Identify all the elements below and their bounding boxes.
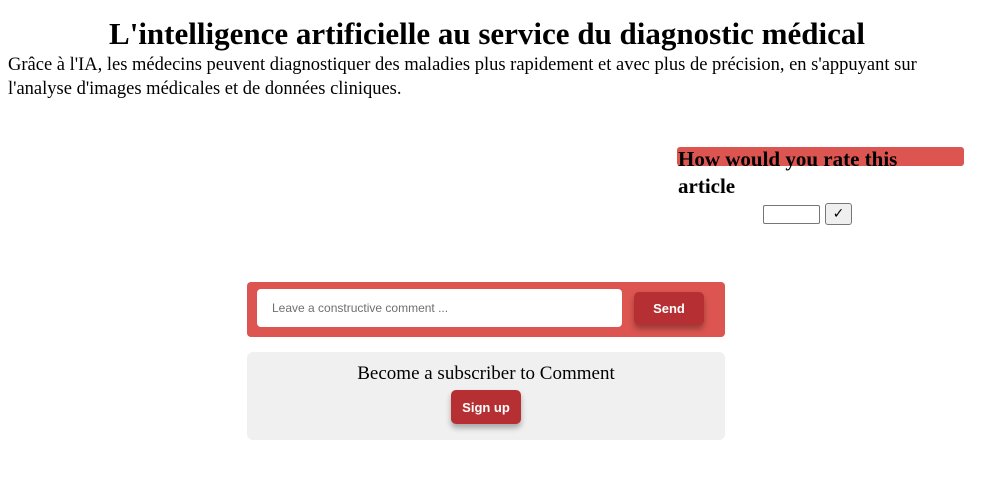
rating-input[interactable]	[763, 205, 820, 224]
comment-bar: Send	[247, 282, 725, 337]
article-title: L'intelligence artificielle au service d…	[109, 16, 865, 51]
article-intro: Grâce à l'IA, les médecins peuvent diagn…	[8, 55, 917, 99]
send-button[interactable]: Send	[634, 292, 704, 325]
signup-button[interactable]: Sign up	[451, 390, 521, 424]
comment-input[interactable]	[257, 289, 622, 327]
subscribe-panel: Become a subscriber to Comment Sign up	[247, 352, 725, 440]
subscribe-text: Become a subscriber to Comment	[357, 363, 615, 384]
rating-title: How would you rate this article	[678, 147, 898, 198]
rating-submit-button[interactable]: ✓	[825, 203, 852, 225]
